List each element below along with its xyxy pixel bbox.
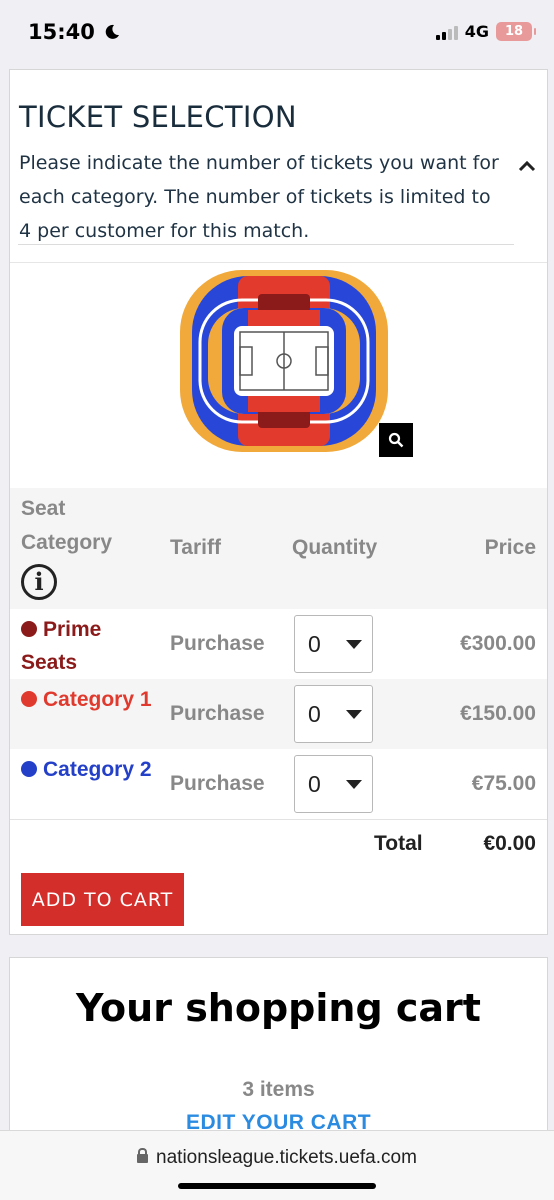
price-value: €300.00: [460, 632, 536, 655]
ticket-selection-title: TICKET SELECTION: [19, 100, 297, 134]
tariff-label: Purchase: [170, 772, 265, 795]
quantity-value: 0: [308, 701, 321, 727]
category-dot: [21, 761, 37, 777]
header-price: Price: [484, 536, 536, 559]
clock-time: 15:40: [28, 20, 95, 44]
search-icon: [388, 432, 404, 448]
quantity-select[interactable]: 0: [294, 685, 373, 743]
category-name: Category 1: [43, 688, 152, 711]
tariff-label: Purchase: [170, 632, 265, 655]
category-dot: [21, 691, 37, 707]
zoom-button[interactable]: [379, 423, 413, 457]
category-label: Category 2: [21, 753, 161, 786]
add-to-cart-button[interactable]: ADD TO CART: [21, 873, 184, 926]
divider: [10, 262, 547, 263]
total-label: Total: [374, 832, 423, 855]
total-value: €0.00: [483, 832, 536, 855]
ticket-selection-card: TICKET SELECTION Please indicate the num…: [9, 69, 548, 935]
table-row: Category 1 Purchase 0 €150.00: [10, 679, 547, 749]
header-tariff: Tariff: [170, 536, 221, 559]
quantity-value: 0: [308, 631, 321, 657]
ticket-selection-description: Please indicate the number of tickets yo…: [19, 152, 499, 242]
status-bar: 15:40 4G 18: [0, 0, 554, 66]
browser-url-bar[interactable]: nationsleague.tickets.uefa.com: [0, 1130, 554, 1200]
price-value: €150.00: [460, 702, 536, 725]
chevron-down-icon: [346, 640, 362, 649]
status-time: 15:40: [28, 20, 120, 44]
category-dot: [21, 621, 37, 637]
url-display[interactable]: nationsleague.tickets.uefa.com: [0, 1147, 554, 1169]
signal-icon: [435, 24, 458, 40]
home-indicator[interactable]: [178, 1183, 376, 1189]
category-label: Category 1: [21, 683, 161, 716]
lock-icon: [137, 1148, 149, 1163]
divider: [10, 819, 547, 820]
quantity-value: 0: [308, 771, 321, 797]
divider: [18, 244, 514, 245]
status-indicators: 4G 18: [435, 22, 536, 41]
category-label: Prime Seats: [21, 613, 161, 679]
stadium-map[interactable]: [178, 266, 390, 456]
table-row: Category 2 Purchase 0 €75.00: [10, 749, 547, 819]
cart-item-count: 3 items: [242, 1078, 315, 1101]
table-row: Prime Seats Purchase 0 €300.00: [10, 609, 547, 679]
network-type: 4G: [464, 22, 489, 41]
chevron-up-icon[interactable]: [518, 150, 536, 178]
price-value: €75.00: [471, 772, 536, 795]
table-header: Seat Category i Tariff Quantity Price: [10, 488, 547, 609]
url-text: nationsleague.tickets.uefa.com: [156, 1147, 417, 1168]
quantity-select[interactable]: 0: [294, 615, 373, 673]
quantity-select[interactable]: 0: [294, 755, 373, 813]
header-quantity: Quantity: [292, 536, 378, 559]
header-seat-category: Seat Category: [21, 497, 113, 554]
cart-title: Your shopping cart: [76, 986, 481, 1030]
chevron-down-icon: [346, 710, 362, 719]
chevron-down-icon: [346, 780, 362, 789]
tariff-label: Purchase: [170, 702, 265, 725]
category-name: Category 2: [43, 758, 152, 781]
moon-icon: [105, 24, 120, 39]
info-icon[interactable]: i: [21, 564, 57, 600]
battery-icon: 18: [496, 22, 536, 41]
